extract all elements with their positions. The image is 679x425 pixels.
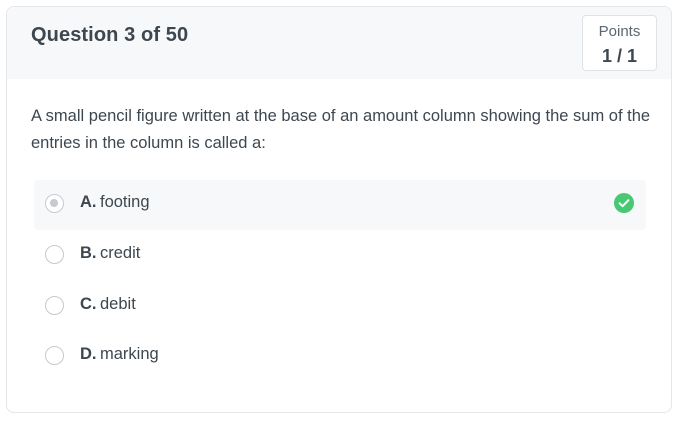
option-c[interactable]: C. debit [34,282,646,332]
question-card: Question 3 of 50 Points 1 / 1 A small pe… [6,6,672,413]
question-header: Question 3 of 50 Points 1 / 1 [7,7,671,79]
option-letter: B. [80,244,97,262]
option-a[interactable]: A. footing [34,180,646,230]
option-text: debit [100,295,136,313]
points-value: 1 / 1 [601,46,638,66]
radio-selected-dot [50,199,58,207]
option-b[interactable]: B. credit [34,231,646,281]
points-label: Points [598,23,641,40]
radio-button-a[interactable] [45,194,64,213]
points-box: Points 1 / 1 [582,15,657,71]
option-text: footing [100,193,150,211]
option-letter: D. [80,345,97,363]
option-text: credit [100,244,141,262]
option-text: marking [100,345,159,363]
radio-button-b[interactable] [45,245,64,264]
option-letter: C. [80,295,97,313]
option-letter: A. [80,193,97,211]
question-text: A small pencil figure written at the bas… [31,107,651,152]
option-d[interactable]: D. marking [34,332,646,382]
check-circle-icon [614,193,634,213]
radio-button-d[interactable] [45,346,64,365]
question-title: Question 3 of 50 [31,24,189,46]
radio-button-c[interactable] [45,296,64,315]
